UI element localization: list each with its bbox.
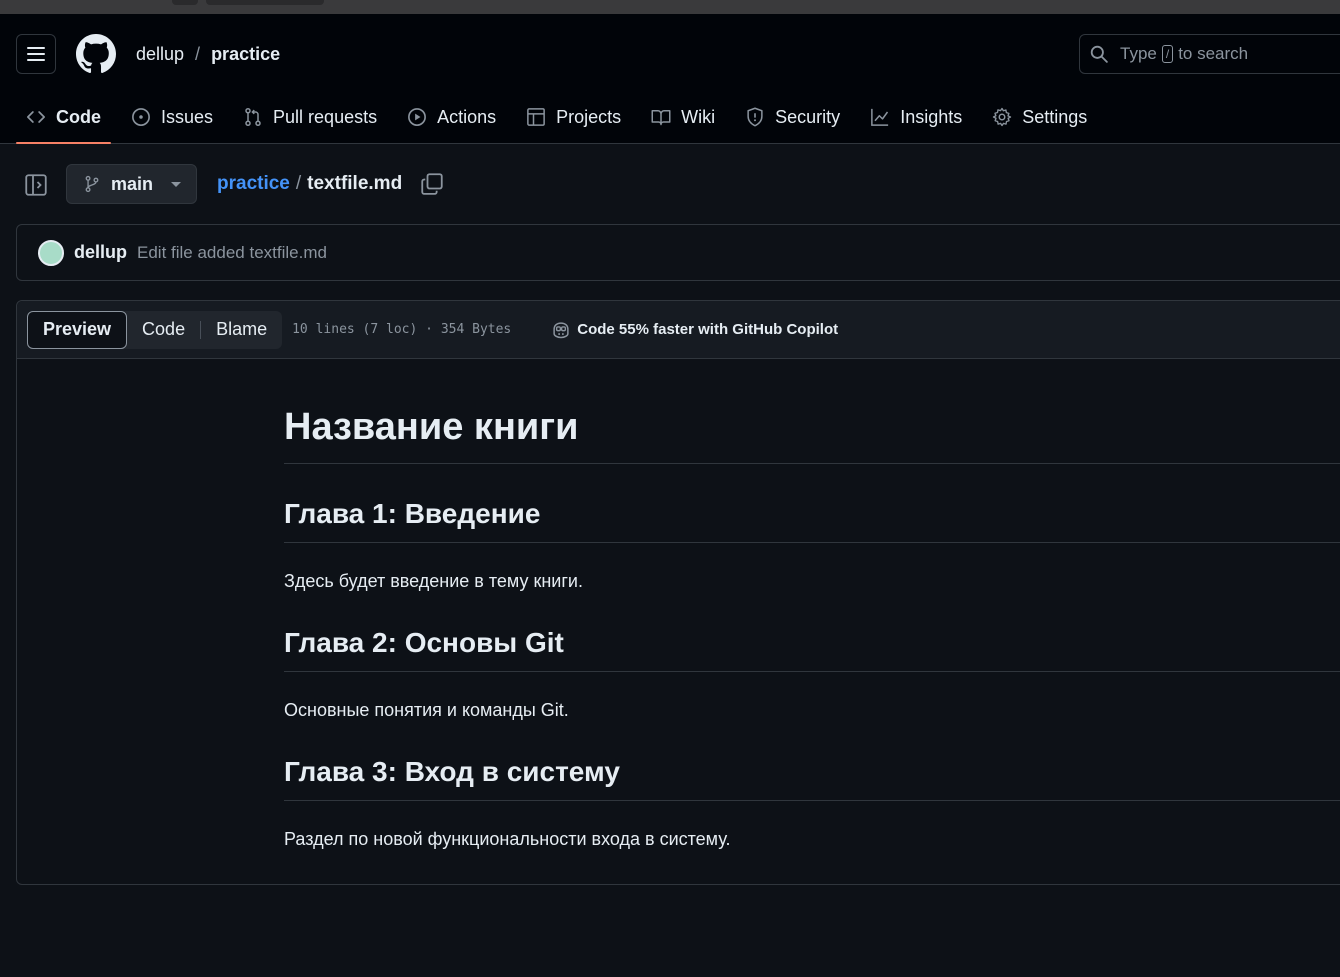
markdown-paragraph: Основные понятия и команды Git. [284, 700, 569, 720]
browser-tab-strip [0, 0, 1340, 14]
sidebar-expand-icon[interactable] [24, 173, 48, 197]
browser-tab[interactable] [172, 0, 198, 5]
commit-message-link[interactable]: Edit file added textfile.md [137, 243, 327, 263]
branch-select-button[interactable]: main [66, 164, 197, 204]
tab-label: Insights [900, 106, 963, 127]
tab-wiki[interactable]: Wiki [641, 90, 725, 144]
gear-icon [993, 107, 1012, 127]
repo-path: dellup / practice [136, 44, 280, 65]
tab-code[interactable]: Code [16, 90, 111, 144]
copilot-promo-label: Code 55% faster with GitHub Copilot [577, 321, 839, 338]
breadcrumb-repo-link[interactable]: practice [217, 173, 290, 195]
tab-label: Settings [1022, 106, 1088, 127]
menu-button[interactable] [16, 34, 56, 74]
search-input[interactable]: Type / to search [1079, 34, 1340, 74]
search-placeholder-prefix: Type [1120, 44, 1157, 63]
tab-security[interactable]: Security [735, 90, 850, 144]
blame-button[interactable]: Blame [201, 311, 282, 349]
markdown-paragraph: Здесь будет введение в тему книги. [284, 571, 583, 591]
git-branch-icon [85, 175, 99, 193]
file-navigation-bar: main practice / textfile.md [0, 164, 1340, 206]
graph-icon [871, 108, 889, 126]
tab-label: Pull requests [273, 106, 378, 127]
app-header: dellup / practice Type / to search Code … [0, 14, 1340, 144]
latest-commit-bar: dellup Edit file added textfile.md [16, 224, 1340, 281]
tab-label: Wiki [681, 106, 716, 127]
tab-pull-requests[interactable]: Pull requests [233, 90, 387, 144]
tab-issues[interactable]: Issues [121, 90, 223, 144]
file-viewer: Preview Code Blame 10 lines (7 loc) · 35… [16, 300, 1340, 885]
tab-label: Security [775, 106, 841, 127]
markdown-paragraph: Раздел по новой функциональности входа в… [284, 829, 731, 849]
markdown-body: Название книги Глава 1: Введение Здесь б… [284, 359, 1340, 851]
markdown-heading-1: Название книги [284, 359, 1340, 464]
chevron-down-icon [171, 181, 182, 187]
tab-label: Code [56, 106, 101, 127]
markdown-heading-2: Глава 3: Вход в систему [284, 754, 1340, 801]
code-icon [27, 111, 45, 123]
play-icon [408, 108, 427, 126]
tab-projects[interactable]: Projects [516, 90, 631, 144]
browser-tab[interactable] [206, 0, 324, 5]
tab-label: Actions [437, 106, 497, 127]
hamburger-icon [27, 47, 45, 61]
tab-insights[interactable]: Insights [860, 90, 972, 144]
file-toolbar: Preview Code Blame 10 lines (7 loc) · 35… [17, 301, 1340, 359]
file-info: 10 lines (7 loc) · 354 Bytes [292, 322, 512, 337]
tab-label: Projects [556, 106, 622, 127]
git-pull-request-icon [245, 107, 261, 126]
path-separator: / [195, 44, 201, 64]
copilot-promo-link[interactable]: Code 55% faster with GitHub Copilot [551, 320, 838, 340]
repo-nav: Code Issues Pull requests Actions Projec… [0, 90, 1107, 144]
github-logo-icon[interactable] [76, 34, 116, 74]
preview-button[interactable]: Preview [27, 310, 128, 349]
repo-name-link[interactable]: practice [211, 44, 280, 65]
table-icon [527, 108, 545, 126]
tab-actions[interactable]: Actions [397, 90, 506, 144]
avatar[interactable] [38, 239, 64, 266]
search-icon [1090, 45, 1108, 63]
commit-author-link[interactable]: dellup [74, 242, 127, 263]
shield-icon [747, 107, 763, 127]
copilot-icon [553, 321, 569, 338]
tab-settings[interactable]: Settings [982, 90, 1097, 144]
markdown-heading-2: Глава 2: Основы Git [284, 625, 1340, 672]
tab-label: Issues [161, 106, 214, 127]
branch-name: main [111, 173, 154, 194]
book-icon [651, 110, 671, 126]
breadcrumb-filename: textfile.md [307, 173, 403, 194]
markdown-heading-2: Глава 1: Введение [284, 496, 1340, 543]
view-mode-segmented-control: Preview Code Blame [27, 310, 283, 349]
breadcrumb-separator: / [295, 173, 302, 194]
code-button[interactable]: Code [127, 311, 200, 349]
search-placeholder-suffix: to search [1178, 44, 1249, 63]
issue-opened-icon [132, 108, 150, 126]
copy-path-icon[interactable] [420, 172, 444, 196]
repo-owner-link[interactable]: dellup [136, 44, 184, 65]
search-shortcut-key: / [1161, 45, 1174, 63]
breadcrumb: practice / textfile.md [217, 173, 402, 195]
